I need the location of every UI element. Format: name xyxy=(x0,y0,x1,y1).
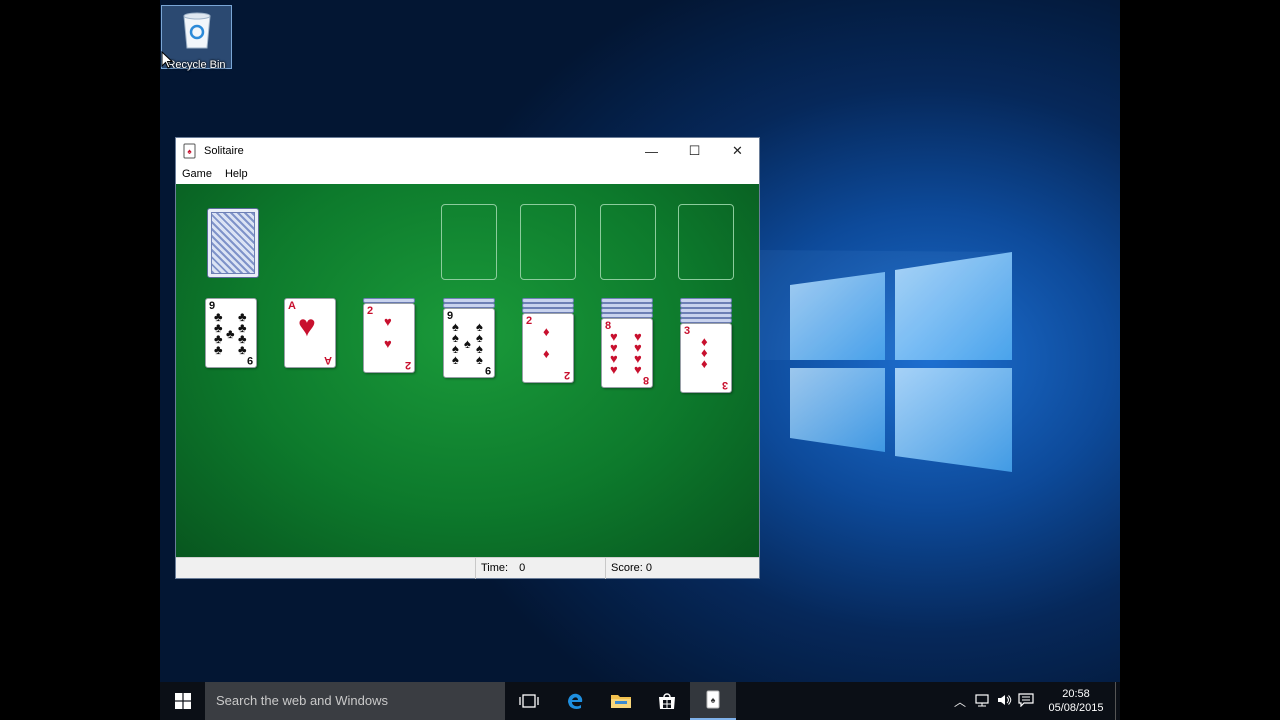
card-pips: ♣ ♣ ♣ ♣ ♣ ♣ ♣ ♣ ♣ xyxy=(214,310,249,358)
foundation-slot[interactable] xyxy=(678,204,734,280)
suit-pip: ♦ xyxy=(543,324,550,339)
menu-game[interactable]: Game xyxy=(182,168,212,180)
suit-pip: ♠ xyxy=(476,352,483,367)
solitaire-taskbar-button[interactable]: ♠ xyxy=(690,682,736,720)
tableau-card[interactable]: 9 9 ♣ ♣ ♣ ♣ ♣ ♣ ♣ ♣ ♣ xyxy=(205,298,257,368)
edge-browser-button[interactable] xyxy=(552,682,598,720)
suit-pip: ♥ xyxy=(384,314,392,329)
tableau-card[interactable]: 8 8 ♥ ♥ ♥ ♥ ♥ ♥ ♥ ♥ xyxy=(601,318,653,388)
suit-pip: ♣ xyxy=(238,342,247,357)
card-pips: ♥ xyxy=(294,310,328,358)
score-display: Score: 0 xyxy=(605,558,759,579)
suit-pip: ♥ xyxy=(298,310,316,343)
card-pips: ♠ ♠ ♠ ♠ ♠ ♠ ♠ ♠ ♠ xyxy=(452,320,487,368)
time-label: Time: xyxy=(481,562,509,574)
tableau-card[interactable]: 3 3 ♦ ♦ ♦ xyxy=(680,323,732,393)
file-explorer-button[interactable] xyxy=(598,682,644,720)
clock-time: 20:58 xyxy=(1062,688,1090,700)
card-pips: ♦ ♦ ♦ xyxy=(690,335,724,383)
network-icon[interactable] xyxy=(971,693,993,710)
solitaire-taskbar-icon: ♠ xyxy=(706,690,720,709)
time-display: Time: 0 xyxy=(475,558,605,579)
menu-bar: Game Help xyxy=(176,164,759,184)
system-tray: ︿ 20:58 05/08/2015 xyxy=(949,682,1120,720)
menu-help[interactable]: Help xyxy=(225,168,248,180)
game-board[interactable]: 9 9 ♣ ♣ ♣ ♣ ♣ ♣ ♣ ♣ ♣ A A ♥ 2 2 ♥ ♥ 9 9 ♠ ♠ ♠ ♠ ♠ ♠ ♠ ♠ ♠ 2 2 ♦ ♦ 8 8 ♥ ♥ ♥ ♥ ♥… xyxy=(176,184,759,557)
tableau-card[interactable]: 9 9 ♠ ♠ ♠ ♠ ♠ ♠ ♠ ♠ ♠ xyxy=(443,308,495,378)
suit-pip: ♠ xyxy=(464,335,471,351)
foundation-slot[interactable] xyxy=(600,204,656,280)
recycle-bin-icon-graphic xyxy=(182,12,211,49)
card-pips: ♦ ♦ xyxy=(532,325,566,373)
mouse-cursor-icon xyxy=(161,51,173,69)
solitaire-window[interactable]: ♠ Solitaire — ☐ ✕ Game Help 9 9 ♣ ♣ ♣ ♣ ♣ ♣ ♣ ♣ ♣ A… xyxy=(175,137,760,579)
store-icon xyxy=(659,693,675,709)
suit-pip: ♥ xyxy=(384,336,392,351)
suit-pip: ♦ xyxy=(701,356,708,371)
store-button[interactable] xyxy=(644,682,690,720)
folder-icon xyxy=(611,695,631,708)
clock-date: 05/08/2015 xyxy=(1048,702,1104,714)
start-button[interactable] xyxy=(160,682,205,720)
suit-pip: ♦ xyxy=(543,346,550,361)
task-view-icon xyxy=(519,694,539,708)
minimize-button[interactable]: — xyxy=(630,138,673,164)
score-label: Score: 0 xyxy=(611,562,652,574)
suit-pip: ♥ xyxy=(610,362,618,377)
card-pips: ♥ ♥ ♥ ♥ ♥ ♥ ♥ ♥ xyxy=(610,330,645,378)
suit-pip: ♠ xyxy=(452,352,459,367)
task-view-button[interactable] xyxy=(506,682,552,720)
tableau-card[interactable]: A A ♥ xyxy=(284,298,336,368)
window-title: Solitaire xyxy=(204,145,244,157)
desktop: Recycle Bin ♠ Solitaire — ☐ ✕ Game Help … xyxy=(160,0,1120,720)
action-center-icon[interactable] xyxy=(1015,692,1037,710)
tableau-card[interactable]: 2 2 ♥ ♥ xyxy=(363,303,415,373)
taskbar: Search the web and Windows ♠ ︿ 20:58 05/… xyxy=(160,682,1120,720)
stock-pile[interactable] xyxy=(207,208,259,278)
card-pips: ♥ ♥ xyxy=(373,315,407,363)
taskbar-clock[interactable]: 20:58 05/08/2015 xyxy=(1043,687,1109,715)
chevron-up-icon[interactable]: ︿ xyxy=(949,693,971,710)
foundation-slot[interactable] xyxy=(441,204,497,280)
suit-pip: ♣ xyxy=(226,325,235,341)
windows-start-icon xyxy=(174,693,191,709)
status-bar: Time: 0 Score: 0 xyxy=(176,557,759,579)
title-bar[interactable]: ♠ Solitaire — ☐ ✕ xyxy=(176,138,759,164)
volume-icon[interactable] xyxy=(993,693,1015,710)
maximize-button[interactable]: ☐ xyxy=(673,138,716,164)
edge-icon xyxy=(568,693,583,709)
solitaire-app-icon: ♠ xyxy=(183,143,196,159)
search-box[interactable]: Search the web and Windows xyxy=(205,682,505,720)
suit-pip: ♣ xyxy=(214,342,223,357)
tableau-card[interactable]: 2 2 ♦ ♦ xyxy=(522,313,574,383)
close-button[interactable]: ✕ xyxy=(716,138,759,164)
foundation-slot[interactable] xyxy=(520,204,576,280)
suit-pip: ♥ xyxy=(634,362,642,377)
time-value: 0 xyxy=(519,562,526,574)
svg-text:♠: ♠ xyxy=(711,695,716,705)
show-desktop-button[interactable] xyxy=(1115,682,1120,720)
windows-logo-wallpaper xyxy=(760,250,1012,472)
